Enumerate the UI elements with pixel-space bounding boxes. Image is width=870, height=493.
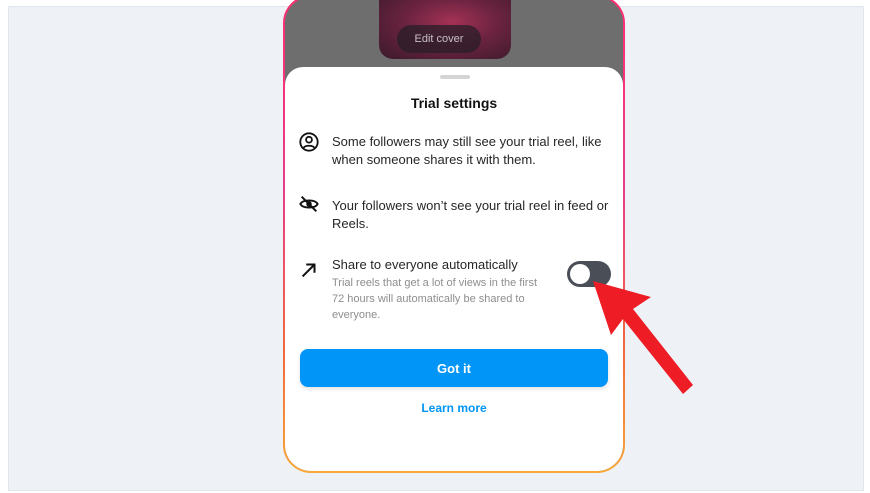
trial-settings-sheet: Trial settings Some followers may still … — [285, 67, 623, 471]
setting-row-text: Share to everyone automatically Trial re… — [332, 256, 542, 323]
sheet-drag-handle[interactable] — [440, 75, 470, 79]
sheet-title: Trial settings — [410, 95, 498, 111]
toggle-knob — [570, 264, 590, 284]
share-setting-label: Share to everyone automatically — [332, 257, 518, 272]
got-it-button[interactable]: Got it — [300, 349, 608, 387]
info-row-text: Your followers won’t see your trial reel… — [332, 198, 609, 231]
user-circle-icon — [299, 132, 319, 152]
info-row-text: Some followers may still see your trial … — [332, 134, 602, 167]
arrow-up-right-icon — [301, 263, 316, 278]
phone-frame: Edit cover Trial settings Some followers… — [283, 0, 625, 473]
edit-cover-button[interactable]: Edit cover — [397, 25, 481, 53]
screenshot-stage: Edit cover Trial settings Some followers… — [8, 0, 864, 491]
annotation-arrow-icon — [593, 281, 693, 394]
cover-area: Edit cover — [285, 0, 623, 77]
eye-off-icon — [299, 195, 319, 213]
share-setting-description: Trial reels that get a lot of views in t… — [332, 277, 538, 321]
learn-more-link[interactable]: Learn more — [285, 401, 623, 415]
phone-screen: Edit cover Trial settings Some followers… — [285, 0, 623, 471]
